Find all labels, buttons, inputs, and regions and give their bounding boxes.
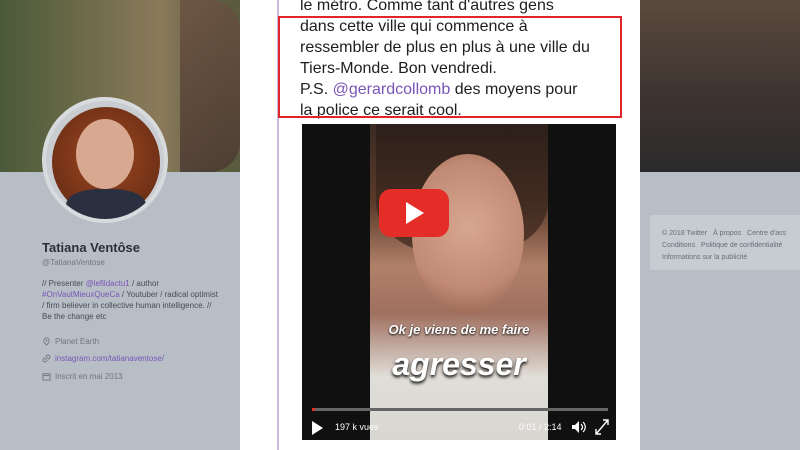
avatar-face	[76, 119, 134, 189]
footer-link[interactable]: Conditions	[662, 242, 697, 249]
video-progress-bar[interactable]	[312, 408, 608, 411]
banner-person	[640, 0, 800, 172]
avatar[interactable]	[42, 97, 168, 223]
play-icon	[406, 202, 424, 224]
footer-link[interactable]: © 2018 Twitter	[662, 230, 709, 237]
location-pin-icon	[43, 337, 50, 346]
control-play-icon[interactable]	[312, 421, 323, 435]
video-caption-small: Ok je viens de me faire	[388, 322, 530, 337]
bio-text: // Presenter	[42, 279, 86, 288]
location-text: Planet Earth	[55, 337, 100, 346]
video-player[interactable]: Ok je viens de me faire agresser 197 k v…	[302, 124, 616, 440]
video-progress-fill	[312, 408, 315, 411]
joined-text: Inscrit en mai 2013	[55, 372, 123, 381]
red-highlight-box	[278, 16, 622, 118]
video-controls: 197 k vues 0:01 / 2:14	[302, 418, 616, 440]
view-count: 197 k vues	[335, 422, 379, 432]
fullscreen-icon[interactable]	[594, 418, 610, 436]
bio-link[interactable]: @lefildactu1	[86, 279, 130, 288]
footer-links: © 2018 Twitter À propos Centre d'ass Con…	[662, 228, 800, 264]
volume-icon[interactable]	[570, 418, 588, 436]
bio-text: / author	[129, 279, 160, 288]
tweet-line: le métro. Comme tant d'autres gens	[300, 0, 554, 14]
profile-bio: // Presenter @lefildactu1 / author #OnVa…	[42, 278, 222, 322]
bio-link[interactable]: #OnVautMieuxQueCa	[42, 290, 120, 299]
profile-handle: @TatianaVentose	[42, 258, 105, 267]
link-icon	[42, 354, 51, 363]
banner-arm	[180, 0, 240, 172]
footer-link[interactable]: Centre d'ass	[747, 230, 786, 237]
footer-link[interactable]: À propos	[713, 230, 743, 237]
profile-website[interactable]: instagram.com/tatianaventose/	[42, 354, 164, 363]
calendar-icon	[42, 373, 51, 381]
profile-name[interactable]: Tatiana Ventôse	[42, 240, 140, 255]
footer-link[interactable]: Politique de confidentialité	[701, 242, 782, 249]
profile-location: Planet Earth	[42, 337, 99, 346]
video-time: 0:01 / 2:14	[519, 422, 562, 432]
play-button[interactable]	[379, 189, 449, 237]
website-link[interactable]: instagram.com/tatianaventose/	[55, 354, 164, 363]
avatar-shirt	[66, 189, 146, 219]
video-caption-big: agresser	[392, 346, 526, 382]
footer-link[interactable]: Informations sur la publicité	[662, 254, 747, 261]
profile-joined: Inscrit en mai 2013	[42, 372, 123, 381]
